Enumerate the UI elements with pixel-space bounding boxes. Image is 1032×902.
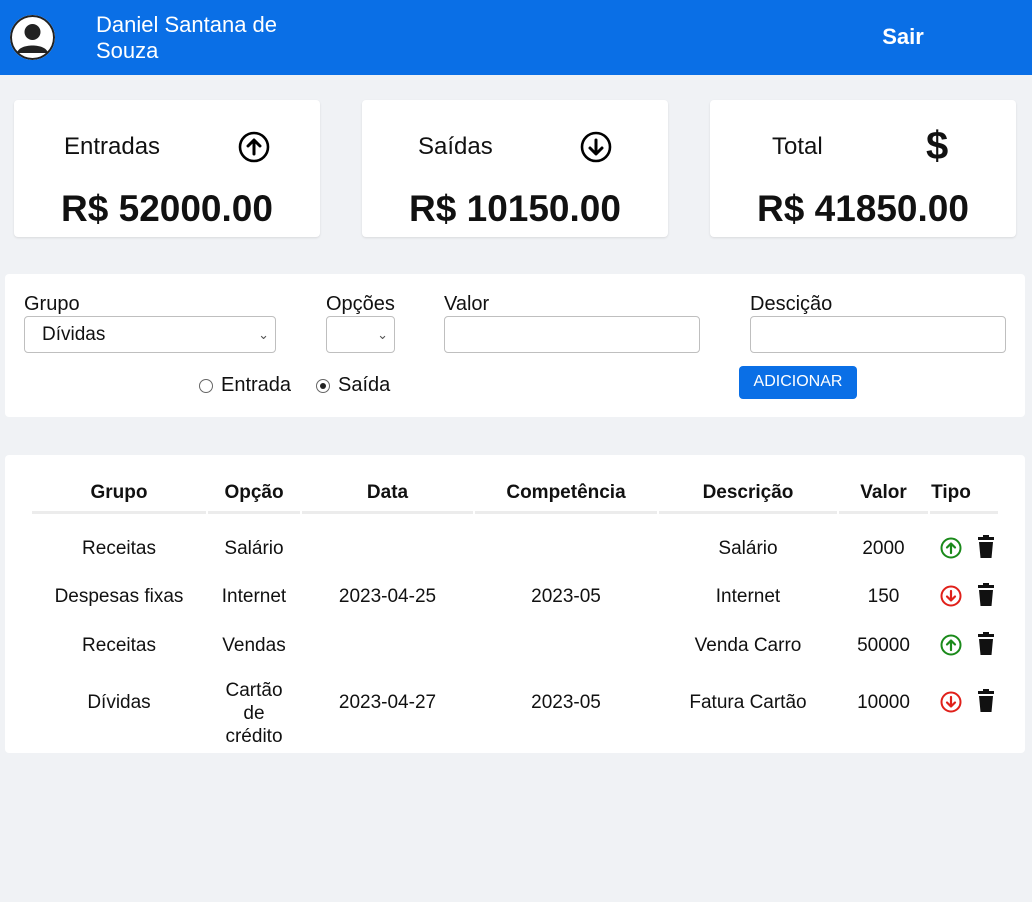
- cell-value: 10000: [857, 691, 910, 713]
- add-button[interactable]: ADICIONAR: [739, 366, 857, 399]
- description-label: Descição: [750, 293, 833, 315]
- expenses-value: R$ 10150.00: [409, 188, 621, 229]
- column-header-date: Data: [366, 482, 409, 503]
- arrow-down-circle-icon: [580, 131, 612, 163]
- cell-option: Cartão de crédito: [225, 680, 283, 747]
- options-label: Opções: [326, 293, 395, 315]
- dollar-icon: $: [926, 124, 949, 168]
- radio-expense-label: Saída: [338, 374, 391, 396]
- cell-date: 2023-04-27: [338, 691, 437, 713]
- cell-description: Salário: [718, 537, 778, 559]
- cell-group: Receitas: [82, 537, 156, 559]
- cell-description: Internet: [715, 585, 781, 607]
- income-card: Entradas R$ 52000.00: [14, 100, 320, 237]
- radio-income[interactable]: Entrada: [199, 374, 291, 397]
- income-value: R$ 52000.00: [61, 188, 273, 229]
- cell-value: 150: [867, 585, 900, 607]
- column-header-underline: [302, 511, 473, 514]
- top-bar: Daniel Santana de Souza Sair: [0, 0, 1032, 75]
- cell-option: Salário: [224, 537, 284, 559]
- options-select[interactable]: ⌄: [326, 316, 395, 353]
- chevron-down-icon: ⌄: [377, 327, 388, 342]
- trash-icon[interactable]: [975, 689, 997, 718]
- cell-competence: 2023-05: [531, 691, 601, 713]
- column-header-underline: [839, 511, 928, 514]
- column-header-type: Tipo: [931, 482, 971, 503]
- income-label: Entradas: [64, 133, 161, 160]
- trash-icon[interactable]: [975, 535, 997, 564]
- new-transaction-form: Grupo Dívidas ⌄ Opções ⌄ Valor Descição …: [5, 274, 1025, 417]
- trash-icon[interactable]: [975, 583, 997, 612]
- cell-group: Dívidas: [87, 691, 151, 713]
- column-header-underline: [208, 511, 300, 514]
- column-header-underline: [930, 511, 998, 514]
- trash-icon[interactable]: [975, 632, 997, 661]
- column-header-underline: [659, 511, 837, 514]
- cell-competence: 2023-05: [531, 585, 601, 607]
- logout-button[interactable]: Sair: [862, 24, 944, 50]
- cell-description: Fatura Cartão: [689, 691, 807, 713]
- user-name: Daniel Santana de Souza: [96, 12, 278, 63]
- cell-group: Receitas: [82, 634, 156, 656]
- transactions-table: Grupo Opção Data Competência Descrição Valor T…: [5, 455, 1025, 753]
- cell-option: Vendas: [222, 634, 286, 656]
- column-header-value: Valor: [860, 482, 907, 503]
- total-card: Total $ R$ 41850.00: [710, 100, 1016, 237]
- arrow-down-circle-icon: [940, 585, 962, 612]
- cell-date: 2023-04-25: [338, 585, 437, 607]
- expenses-label: Saídas: [418, 133, 493, 160]
- arrow-up-circle-icon: [238, 131, 270, 163]
- group-select-value: Dívidas: [42, 324, 106, 345]
- radio-expense-button[interactable]: [316, 378, 330, 393]
- group-select[interactable]: Dívidas ⌄: [24, 316, 276, 353]
- arrow-down-circle-icon: [940, 691, 962, 718]
- group-label: Grupo: [24, 293, 80, 315]
- radio-expense[interactable]: Saída: [316, 374, 390, 397]
- total-value: R$ 41850.00: [757, 188, 969, 229]
- cell-value: 2000: [862, 537, 905, 559]
- radio-income-label: Entrada: [221, 374, 292, 396]
- column-header-underline: [475, 511, 657, 514]
- column-header-description: Descrição: [702, 482, 794, 503]
- radio-income-button[interactable]: [199, 378, 213, 393]
- column-header-underline: [32, 511, 206, 514]
- value-label: Valor: [444, 293, 490, 315]
- column-header-option: Opção: [224, 482, 284, 503]
- cell-group: Despesas fixas: [54, 585, 184, 607]
- cell-value: 50000: [857, 634, 910, 656]
- column-header-competence: Competência: [506, 482, 626, 503]
- user-avatar-icon: [10, 15, 55, 60]
- arrow-up-circle-icon: [940, 634, 962, 661]
- column-header-group: Grupo: [90, 482, 148, 503]
- chevron-down-icon: ⌄: [258, 327, 269, 342]
- expenses-card: Saídas R$ 10150.00: [362, 100, 668, 237]
- cell-description: Venda Carro: [694, 634, 802, 656]
- cell-option: Internet: [221, 585, 287, 607]
- arrow-up-circle-icon: [940, 537, 962, 564]
- total-label: Total: [772, 133, 823, 160]
- description-input[interactable]: [750, 316, 1006, 353]
- value-input[interactable]: [444, 316, 700, 353]
